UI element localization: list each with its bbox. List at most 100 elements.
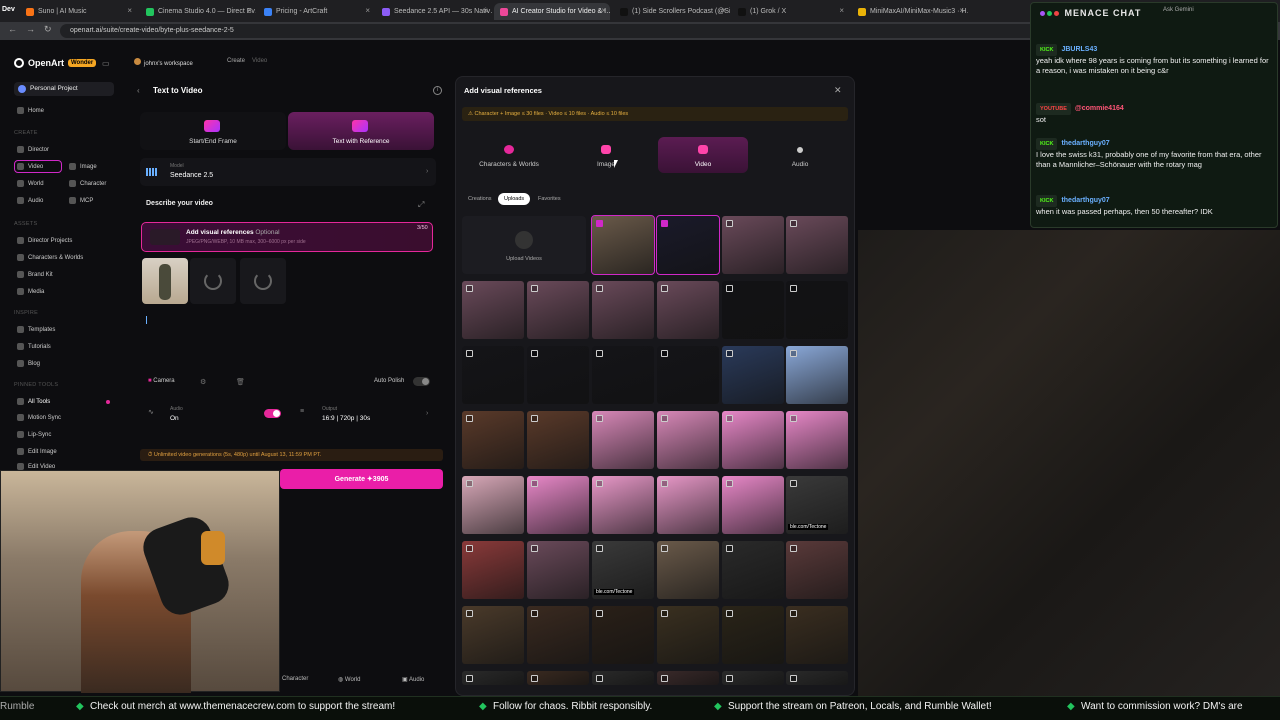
sidebar-item-tutorials[interactable]: Tutorials	[17, 343, 51, 350]
tab-close-icon[interactable]: ×	[247, 6, 252, 15]
video-thumbnail[interactable]	[462, 281, 524, 339]
video-thumbnail[interactable]	[527, 281, 589, 339]
sidebar-item-templates[interactable]: Templates	[17, 326, 55, 333]
video-thumbnail[interactable]	[656, 215, 720, 275]
video-thumbnail[interactable]	[527, 606, 589, 664]
browser-tab[interactable]: Cinema Studio 4.0 — Direct Ev… ×	[140, 3, 256, 20]
sidebar-item-video[interactable]: Video	[17, 163, 43, 170]
select-checkbox[interactable]	[596, 220, 603, 227]
select-checkbox[interactable]	[726, 220, 733, 227]
select-checkbox[interactable]	[726, 415, 733, 422]
url-field[interactable]: openart.ai/suite/create-video/byte-plus-…	[60, 24, 1040, 38]
video-thumbnail[interactable]	[462, 476, 524, 534]
browser-tab[interactable]: AI Creator Studio for Video & I… ×	[494, 3, 610, 20]
sidebar-item-blog[interactable]: Blog	[17, 360, 40, 367]
select-checkbox[interactable]	[726, 285, 733, 292]
select-checkbox[interactable]	[596, 480, 603, 487]
tab-close-icon[interactable]: ×	[959, 6, 964, 15]
select-checkbox[interactable]	[661, 610, 668, 617]
sidebar-item-mcp[interactable]: MCP	[69, 197, 93, 204]
project-selector[interactable]: Personal Project	[14, 82, 114, 96]
tab-close-icon[interactable]: ×	[127, 6, 132, 15]
select-checkbox[interactable]	[661, 415, 668, 422]
sidebar-item-all-tools[interactable]: All Tools	[17, 398, 50, 405]
select-checkbox[interactable]	[790, 610, 797, 617]
video-thumbnail[interactable]	[527, 411, 589, 469]
select-checkbox[interactable]	[531, 415, 538, 422]
browser-tab[interactable]: Pricing - ArtCraft ×	[258, 3, 374, 20]
reload-icon[interactable]: ↻	[44, 24, 52, 35]
select-checkbox[interactable]	[726, 480, 733, 487]
select-checkbox[interactable]	[531, 610, 538, 617]
video-thumbnail[interactable]	[722, 541, 784, 599]
category-video[interactable]: Video	[658, 137, 748, 173]
video-thumbnail[interactable]	[786, 346, 848, 404]
sidebar-item-director-projects[interactable]: Director Projects	[17, 237, 72, 244]
sidebar-item-lip-sync[interactable]: Lip-Sync	[17, 431, 51, 438]
select-checkbox[interactable]	[661, 480, 668, 487]
trash-icon[interactable]: 🗑	[236, 378, 245, 386]
category-characters-worlds[interactable]: Characters & Worlds	[464, 137, 554, 173]
select-checkbox[interactable]	[531, 545, 538, 552]
upload-videos-button[interactable]: Upload Videos	[462, 216, 586, 274]
tab-close-icon[interactable]: ×	[721, 6, 726, 15]
video-thumbnail[interactable]	[657, 411, 719, 469]
sidebar-item-character[interactable]: Character	[69, 180, 106, 187]
video-thumbnail[interactable]	[462, 411, 524, 469]
select-checkbox[interactable]	[726, 545, 733, 552]
bottom-nav-world[interactable]: ◍ World	[338, 676, 360, 683]
select-checkbox[interactable]	[466, 350, 473, 357]
video-thumbnail[interactable]	[722, 606, 784, 664]
select-checkbox[interactable]	[790, 480, 797, 487]
video-thumbnail[interactable]	[657, 476, 719, 534]
camera-button[interactable]: ■ Camera	[148, 378, 175, 384]
expand-icon[interactable]: ⤢	[418, 200, 424, 210]
select-checkbox[interactable]	[466, 480, 473, 487]
info-icon[interactable]: i	[433, 86, 442, 95]
video-thumbnail[interactable]	[786, 281, 848, 339]
add-references-button[interactable]	[141, 222, 433, 252]
browser-tab[interactable]: (1) Grok / X ×	[732, 3, 848, 20]
select-checkbox[interactable]	[531, 350, 538, 357]
select-checkbox[interactable]	[726, 610, 733, 617]
browser-tab[interactable]: Seedance 2.5 API — 30s Nativ… ×	[376, 3, 492, 20]
back-arrow-icon[interactable]: ‹	[137, 86, 140, 95]
sidebar-item-image[interactable]: Image	[69, 163, 97, 170]
select-checkbox[interactable]	[466, 415, 473, 422]
select-checkbox[interactable]	[596, 415, 603, 422]
back-icon[interactable]: ←	[8, 24, 17, 34]
video-thumbnail[interactable]	[722, 411, 784, 469]
select-checkbox[interactable]	[661, 350, 668, 357]
tab-close-icon[interactable]: ×	[839, 6, 844, 15]
brand-logo[interactable]: OpenArt Wonder	[14, 58, 97, 68]
bottom-nav-character[interactable]: Character	[282, 676, 308, 682]
select-checkbox[interactable]	[661, 285, 668, 292]
browser-tab[interactable]: MiniMaxAI/MiniMax-Music3 · H… ×	[852, 3, 968, 20]
browser-tab[interactable]: Suno | AI Music ×	[20, 3, 136, 20]
video-thumbnail[interactable]	[462, 541, 524, 599]
audio-toggle[interactable]	[264, 409, 281, 418]
output-value[interactable]: 16:9 | 720p | 30s	[322, 415, 370, 422]
video-thumbnail[interactable]	[592, 411, 654, 469]
video-thumbnail[interactable]	[722, 671, 784, 685]
video-thumbnail[interactable]	[592, 476, 654, 534]
video-thumbnail[interactable]	[591, 215, 655, 275]
sidebar-item-media[interactable]: Media	[17, 288, 44, 295]
subtab-favorites[interactable]: Favorites	[532, 193, 567, 205]
select-checkbox[interactable]	[790, 545, 797, 552]
video-thumbnail[interactable]	[786, 216, 848, 274]
sidebar-item-brand-kit[interactable]: Brand Kit	[17, 271, 53, 278]
video-thumbnail[interactable]: ble.com/Tectone	[786, 476, 848, 534]
select-checkbox[interactable]	[596, 610, 603, 617]
tab-close-icon[interactable]: ×	[483, 6, 488, 15]
select-checkbox[interactable]	[596, 675, 603, 682]
video-thumbnail[interactable]	[657, 541, 719, 599]
sidebar-item-home[interactable]: Home	[17, 107, 44, 114]
breadcrumb-create[interactable]: Create	[227, 58, 245, 64]
select-checkbox[interactable]	[466, 610, 473, 617]
category-image[interactable]: Image	[561, 137, 651, 173]
video-thumbnail[interactable]	[657, 606, 719, 664]
settings-icon[interactable]: ⚙	[200, 378, 206, 386]
reference-thumb[interactable]	[142, 258, 188, 304]
category-audio[interactable]: Audio	[755, 137, 845, 173]
